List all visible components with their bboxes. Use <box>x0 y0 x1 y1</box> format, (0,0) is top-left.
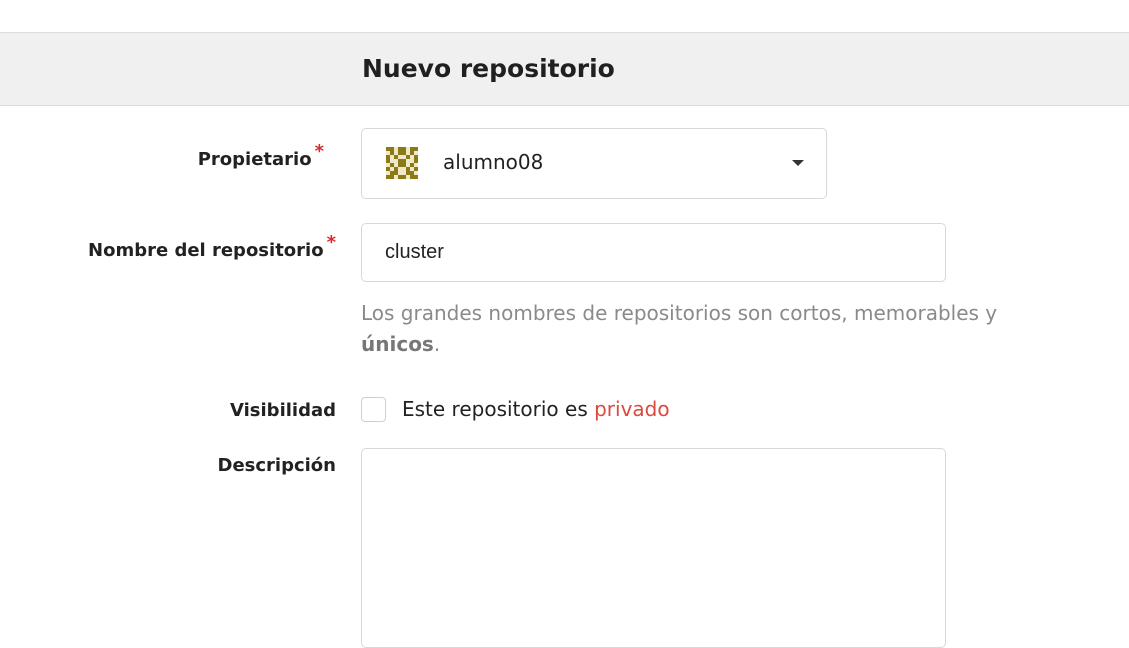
repo-name-input[interactable] <box>361 223 946 282</box>
description-label: Descripción <box>217 455 337 476</box>
repo-name-help-text: Los grandes nombres de repositorios son … <box>361 298 1061 360</box>
owner-label-text: Propietario <box>197 149 312 170</box>
owner-selected-value: alumno08 <box>443 150 544 174</box>
required-asterisk: * <box>314 141 324 162</box>
owner-label: Propietario * <box>197 141 324 170</box>
page-title: Nuevo repositorio <box>362 54 615 83</box>
visibility-label: Visibilidad <box>230 400 336 421</box>
private-checkbox-text: Este repositorio es <box>402 397 588 421</box>
private-highlight-text: privado <box>594 397 670 421</box>
private-checkbox-label[interactable]: Este repositorio es privado <box>402 397 670 421</box>
page-header: Nuevo repositorio <box>0 32 1129 106</box>
description-textarea[interactable] <box>361 448 946 648</box>
help-text-prefix: Los grandes nombres de repositorios son … <box>361 301 998 325</box>
repo-name-label-text: Nombre del repositorio <box>88 240 324 261</box>
private-checkbox[interactable] <box>361 397 386 422</box>
help-text-suffix: . <box>433 332 441 356</box>
identicon-avatar-icon <box>386 147 418 179</box>
required-asterisk: * <box>326 232 336 253</box>
chevron-down-icon <box>792 160 804 166</box>
owner-dropdown[interactable]: alumno08 <box>361 128 827 199</box>
repo-name-label: Nombre del repositorio * <box>88 232 336 261</box>
help-text-bold: únicos <box>361 332 434 356</box>
